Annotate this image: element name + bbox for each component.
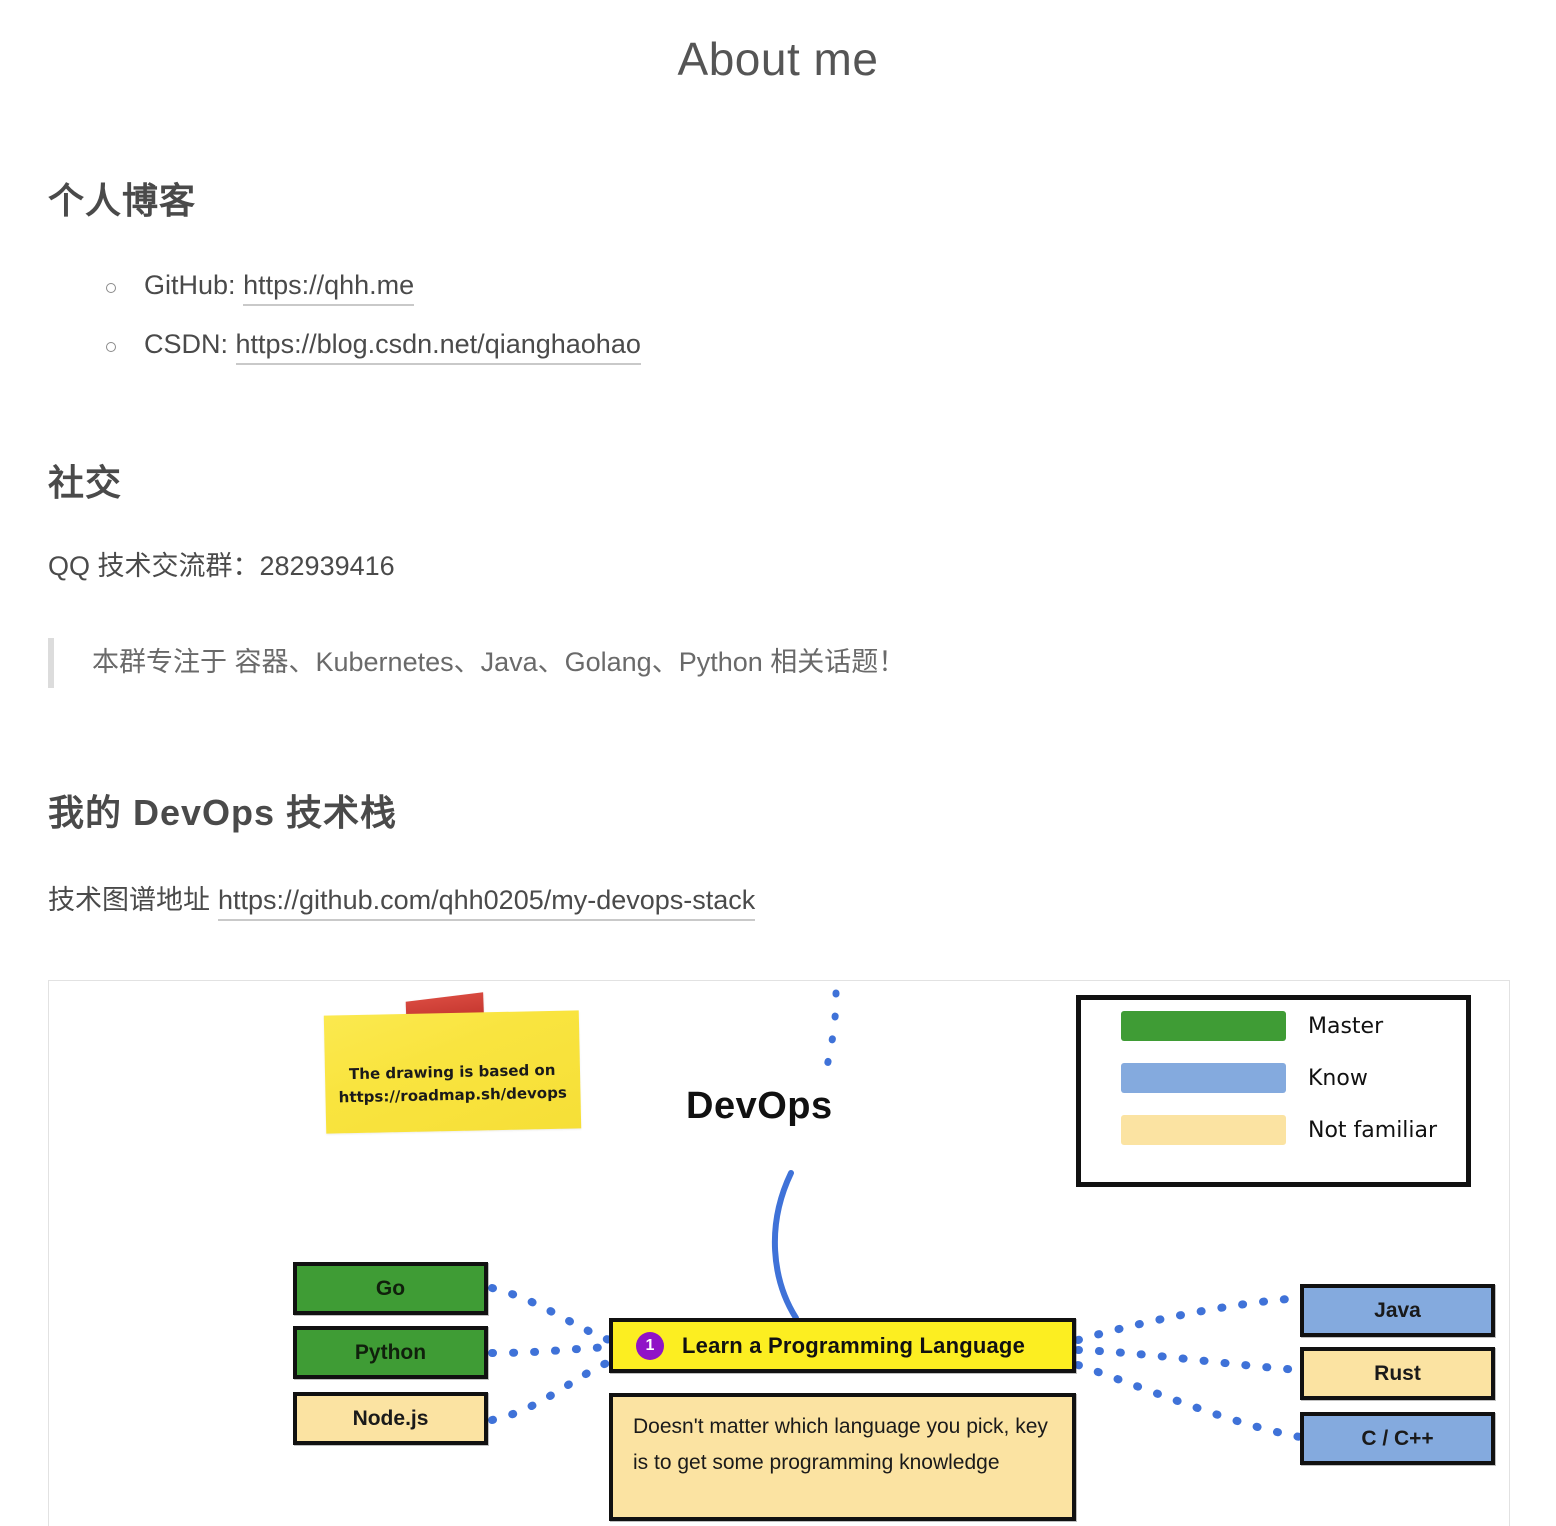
legend-swatch-not-familiar xyxy=(1121,1115,1286,1145)
node-python[interactable]: Python xyxy=(293,1326,488,1379)
link-github[interactable]: https://qhh.me xyxy=(243,270,415,306)
node-nodejs[interactable]: Node.js xyxy=(293,1392,488,1445)
node-python-label: Python xyxy=(354,1340,427,1364)
legend: Master Know Not familiar xyxy=(1076,995,1471,1187)
node-nodejs-label: Node.js xyxy=(352,1406,429,1430)
legend-label-know: Know xyxy=(1308,1065,1368,1091)
legend-row-master: Master xyxy=(1081,1000,1466,1052)
node-learn-a-programming-language[interactable]: 1 Learn a Programming Language xyxy=(609,1318,1076,1373)
section-heading-devops: 我的 DevOps 技术栈 xyxy=(48,792,398,834)
legend-label-master: Master xyxy=(1308,1013,1384,1039)
stack-link-prefix: 技术图谱地址 xyxy=(48,885,210,916)
legend-swatch-know xyxy=(1121,1063,1286,1093)
node-rust-label: Rust xyxy=(1374,1361,1421,1385)
content-column: 个人博客 GitHub: https://qhh.me CSDN: https:… xyxy=(0,172,1556,922)
legend-swatch-master xyxy=(1121,1011,1286,1041)
step-number-badge: 1 xyxy=(636,1331,664,1360)
section-heading-blog: 个人博客 xyxy=(48,180,197,221)
social-blockquote: 本群专注于 容器、Kubernetes、Java、Golang、Python 相… xyxy=(48,638,1508,689)
legend-label-not-familiar: Not familiar xyxy=(1308,1117,1438,1143)
list-item: CSDN: https://blog.csdn.net/qianghaohao xyxy=(106,329,1508,365)
node-go[interactable]: Go xyxy=(293,1262,488,1315)
page-title: About me xyxy=(677,33,879,85)
link-label-csdn: CSDN: xyxy=(144,329,229,359)
diagram-root-label: DevOps xyxy=(686,1085,833,1127)
node-java[interactable]: Java xyxy=(1300,1284,1495,1337)
center-node-label: Learn a Programming Language xyxy=(682,1332,1026,1358)
bullet-circle-icon xyxy=(106,342,116,352)
list-item: GitHub: https://qhh.me xyxy=(106,270,1508,306)
node-description: Doesn't matter which language you pick, … xyxy=(609,1393,1076,1521)
stack-link-line: 技术图谱地址 https://github.com/qhh0205/my-devo… xyxy=(48,878,1508,922)
legend-row-know: Know xyxy=(1081,1052,1466,1104)
link-csdn[interactable]: https://blog.csdn.net/qianghaohao xyxy=(235,329,641,365)
sticky-note-text: The drawing is based on https://roadmap.… xyxy=(325,1058,581,1108)
blog-link-list: GitHub: https://qhh.me CSDN: https://blo… xyxy=(48,270,1508,365)
bullet-circle-icon xyxy=(106,283,116,293)
node-rust[interactable]: Rust xyxy=(1300,1347,1495,1400)
node-c-cpp[interactable]: C / C++ xyxy=(1300,1412,1495,1465)
link-devops-stack[interactable]: https://github.com/qhh0205/my-devops-sta… xyxy=(218,885,756,922)
section-heading-social: 社交 xyxy=(48,462,123,503)
qq-group-text: QQ 技术交流群：282939416 xyxy=(48,551,395,581)
link-label-github: GitHub: xyxy=(144,270,236,300)
legend-row-not-familiar: Not familiar xyxy=(1081,1104,1466,1156)
node-go-label: Go xyxy=(375,1276,406,1300)
node-java-label: Java xyxy=(1374,1298,1421,1322)
node-c-cpp-label: C / C++ xyxy=(1361,1426,1434,1450)
